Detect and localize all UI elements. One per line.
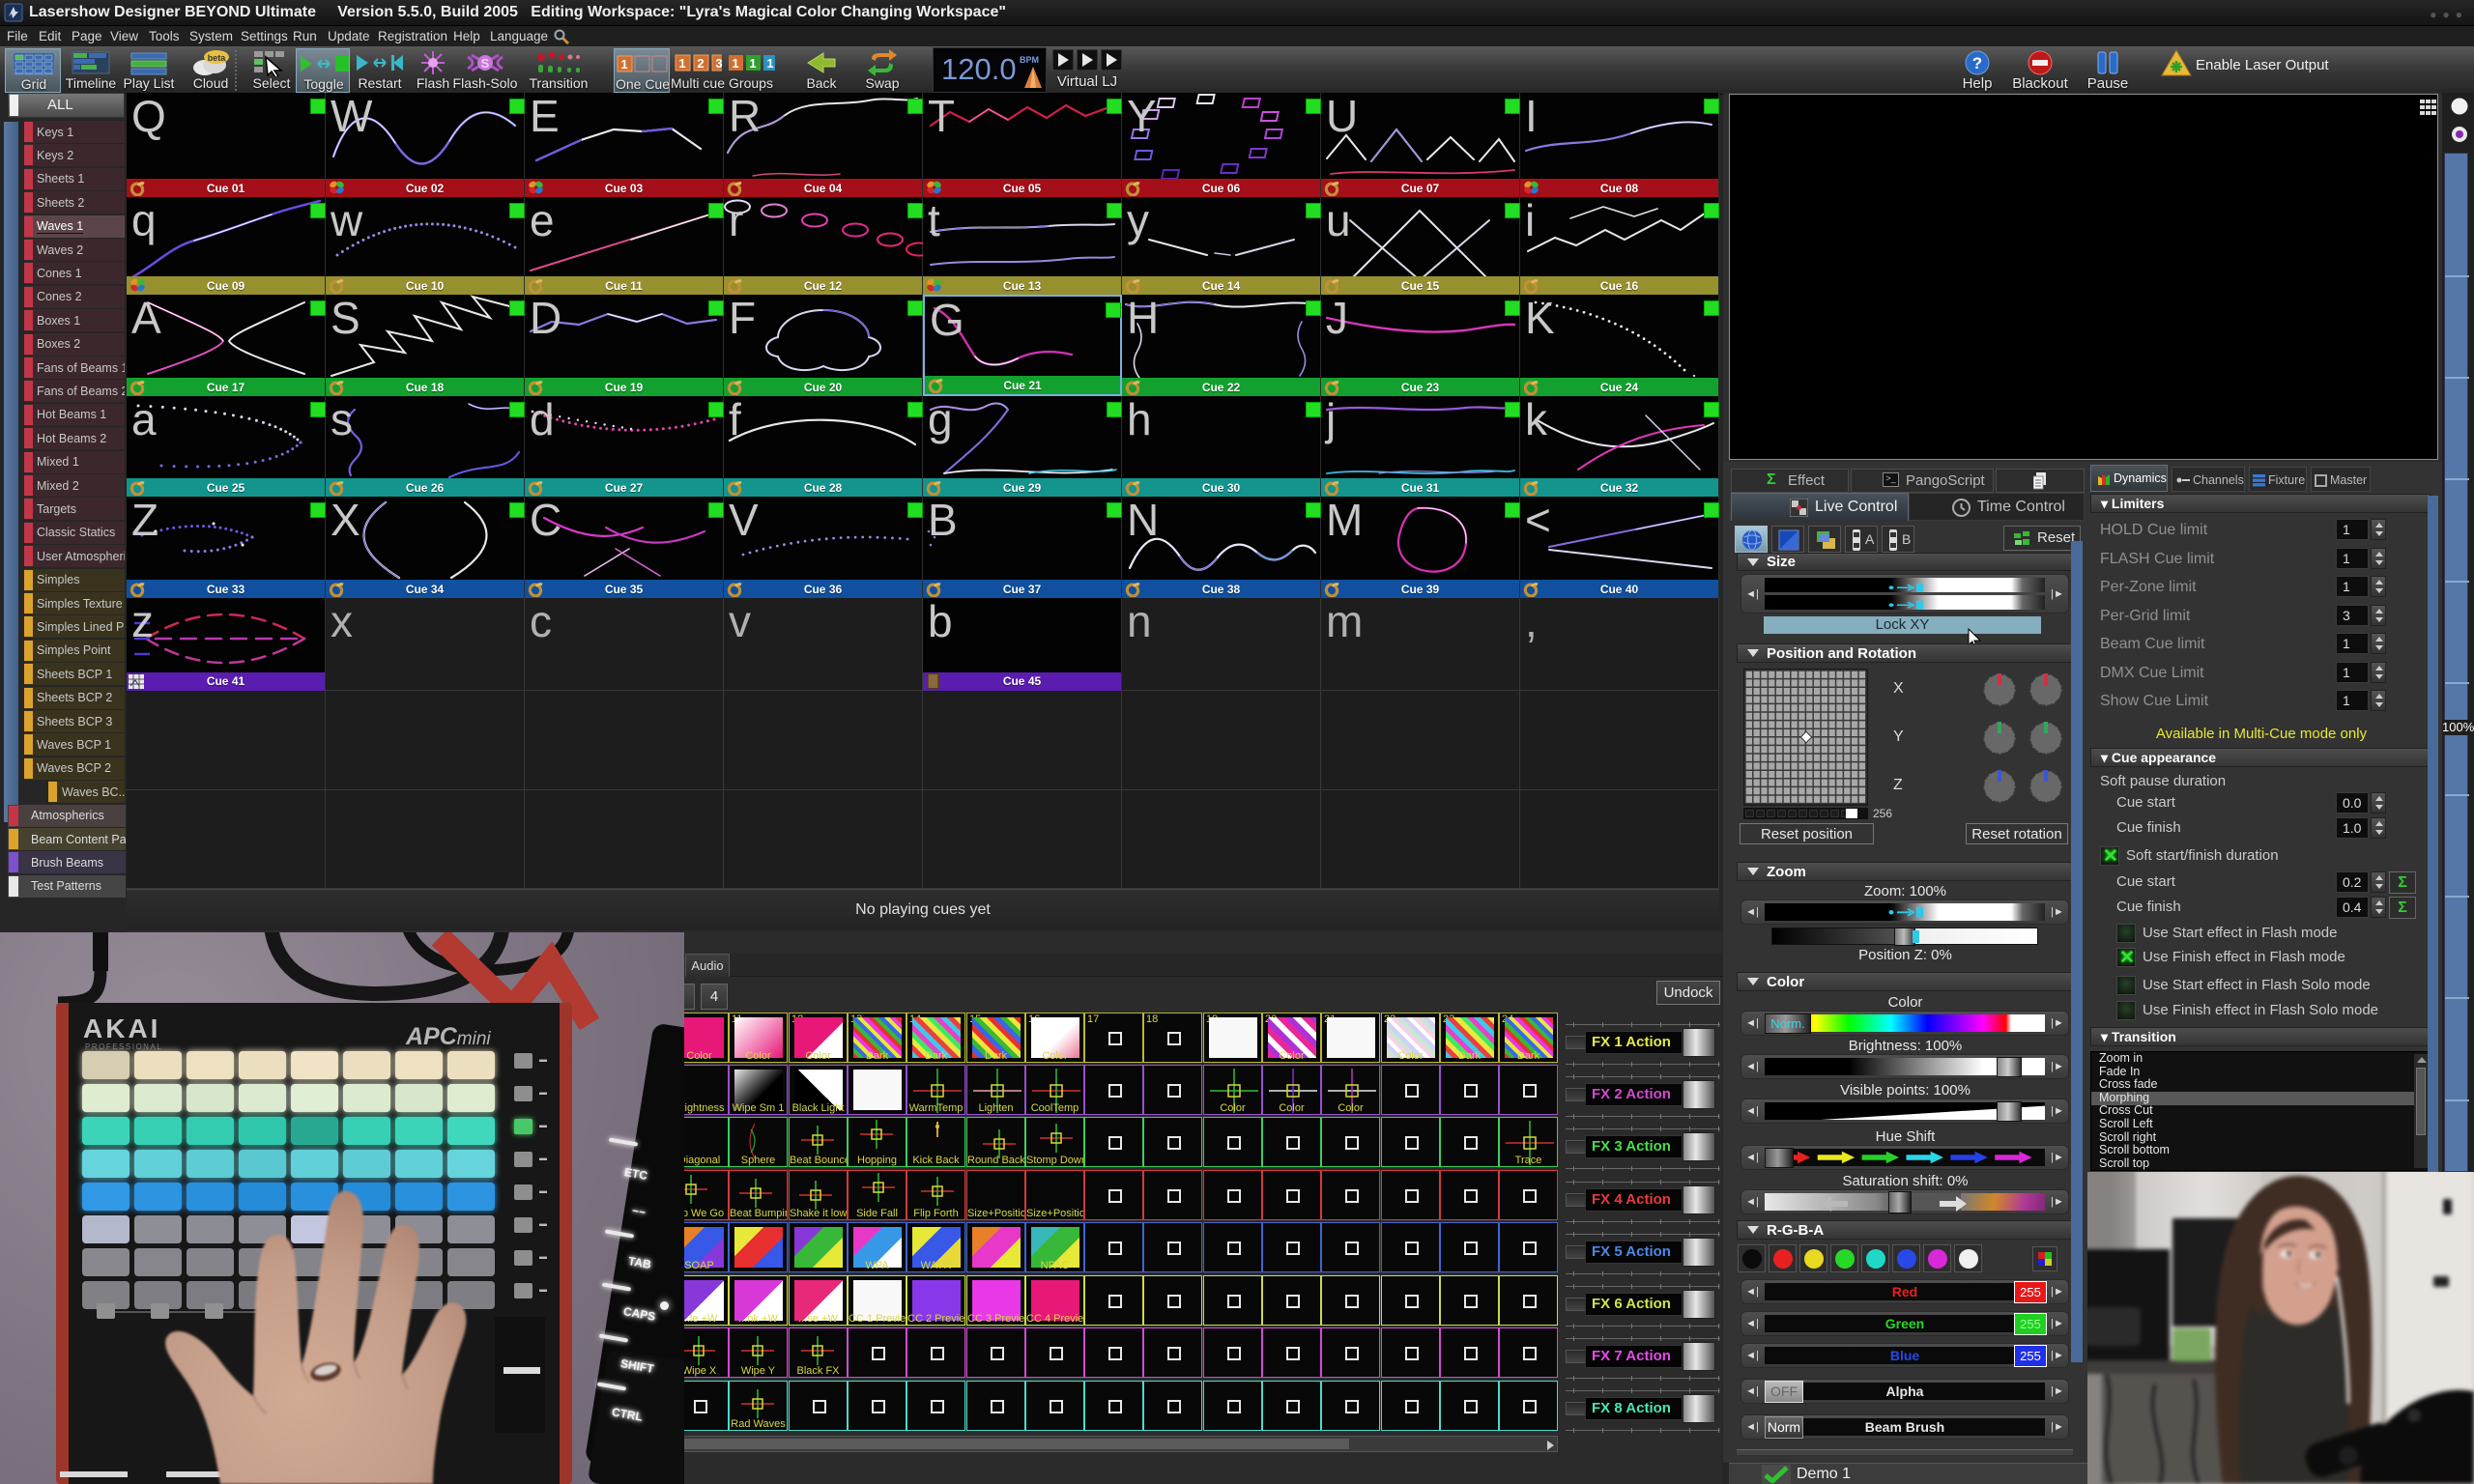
svg-text:?: ? [1972,54,1982,72]
svg-text:1: 1 [732,56,738,71]
svg-text:1: 1 [766,56,773,71]
svg-text:3: 3 [715,56,722,71]
svg-text:2: 2 [697,56,704,71]
svg-text:1: 1 [749,56,756,71]
svg-text:1: 1 [678,56,685,71]
svg-text:1: 1 [620,57,627,71]
svg-text:S: S [481,56,490,71]
svg-text:beta: beta [208,53,227,63]
